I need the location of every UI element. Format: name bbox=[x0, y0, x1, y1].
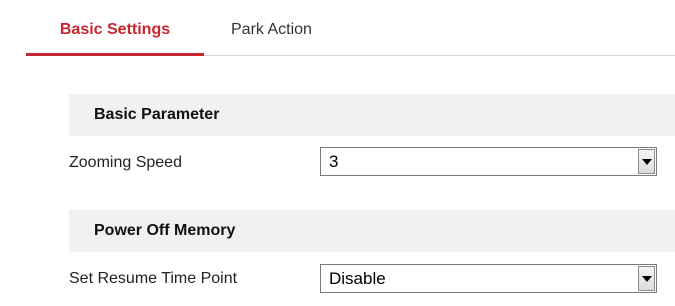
resume-time-value: Disable bbox=[329, 269, 386, 288]
resume-time-select[interactable]: Disable bbox=[320, 264, 657, 293]
settings-tab-bar: Basic Settings Park Action bbox=[26, 0, 675, 56]
chevron-down-icon[interactable] bbox=[638, 149, 655, 174]
zooming-speed-select[interactable]: 3 bbox=[320, 147, 657, 176]
resume-time-label: Set Resume Time Point bbox=[69, 270, 238, 287]
basic-settings-page: Basic Settings Park Action Basic Paramet… bbox=[0, 0, 675, 306]
tab-park-action[interactable]: Park Action bbox=[231, 0, 312, 56]
section-header-basic-parameter: Basic Parameter bbox=[69, 94, 675, 136]
zooming-speed-label: Zooming Speed bbox=[69, 154, 182, 171]
section-header-power-off-memory: Power Off Memory bbox=[69, 210, 675, 252]
tab-basic-settings[interactable]: Basic Settings bbox=[26, 0, 204, 56]
chevron-down-icon[interactable] bbox=[638, 266, 655, 291]
zooming-speed-value: 3 bbox=[329, 152, 339, 171]
